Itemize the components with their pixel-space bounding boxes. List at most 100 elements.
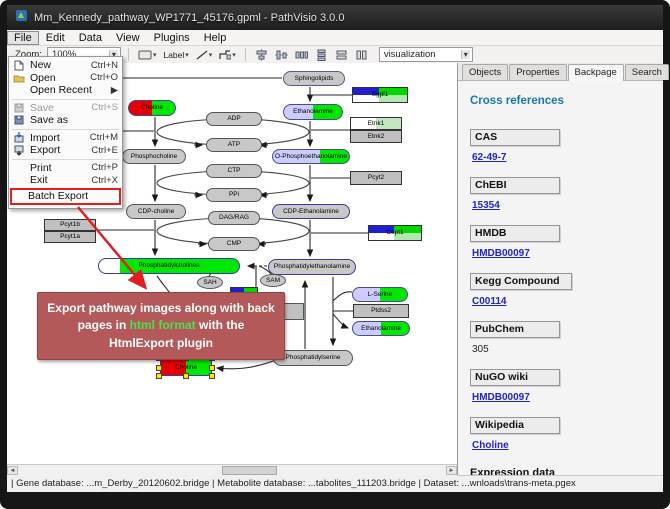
menu-separator <box>12 99 119 100</box>
file-menu-item-batch-export[interactable]: Batch Export <box>10 188 121 205</box>
new-icon <box>12 60 26 71</box>
file-menu-shortcut: Ctrl+P <box>91 162 118 173</box>
pathway-node-cdp-ethanolamine[interactable]: CDP-Ethanolamine <box>272 204 350 219</box>
pathway-node-l-serine[interactable]: L-Serine <box>352 287 408 302</box>
chevron-down-icon[interactable]: ▾ <box>461 50 470 59</box>
menu-edit[interactable]: Edit <box>39 31 72 45</box>
connector-tool-button[interactable]: ▾ <box>217 47 238 62</box>
file-menu-item-save-as[interactable]: Save as <box>9 114 122 127</box>
selection-handle[interactable] <box>209 373 215 379</box>
app-icon <box>15 9 28 27</box>
file-menu-item-print[interactable]: PrintCtrl+P <box>9 162 122 175</box>
file-menu-item-import[interactable]: ImportCtrl+M <box>9 132 122 145</box>
pathway-node-cmp[interactable]: CMP <box>208 237 260 251</box>
menu-item-spacer <box>12 162 26 173</box>
pathway-node-ptdss2[interactable]: Ptdss2 <box>353 304 409 318</box>
datanode-tool-button[interactable]: ▾ <box>136 47 159 62</box>
distribute-horizontal-button[interactable] <box>293 47 310 62</box>
pathway-node-phosphatidylcholines[interactable]: Phosphatidylcholines <box>98 258 240 274</box>
scrollbar-thumb[interactable] <box>222 466 277 475</box>
tab-backpage[interactable]: Backpage <box>568 64 624 81</box>
file-menu-item-label: Import <box>30 132 84 144</box>
pathway-node-sgpl1[interactable]: Sgpl1 <box>352 87 408 103</box>
xref-link[interactable]: C00114 <box>472 296 506 307</box>
annotation-callout: Export pathway images along with back pa… <box>37 292 285 360</box>
tab-objects[interactable]: Objects <box>462 64 508 80</box>
pathway-node-hidden-gene-fragment[interactable] <box>284 303 304 320</box>
selection-handle[interactable] <box>156 365 162 371</box>
pathway-node-pcyt2[interactable]: Pcyt2 <box>350 171 402 185</box>
align-center-vertical-button[interactable] <box>273 47 290 62</box>
menu-data[interactable]: Data <box>72 31 109 45</box>
pathway-node-sphingolipids[interactable]: Sphingolipids <box>283 71 345 86</box>
file-menu-item-export[interactable]: ExportCtrl+E <box>9 144 122 157</box>
selection-handle[interactable] <box>156 373 162 379</box>
open-icon <box>12 72 26 83</box>
pathway-node-sam[interactable]: SAM <box>260 274 286 287</box>
pathway-node-dag[interactable]: DAG/RAG <box>208 211 260 225</box>
menu-plugins[interactable]: Plugins <box>147 31 197 45</box>
file-menu-item-exit[interactable]: ExitCtrl+X <box>9 174 122 187</box>
common-height-button[interactable] <box>353 47 370 62</box>
menu-help[interactable]: Help <box>197 31 234 45</box>
pathway-node-phosphatidylethanolamine[interactable]: Phosphatidylethanolamine <box>268 259 356 275</box>
line-tool-button[interactable]: ▾ <box>194 47 215 62</box>
pathway-node-etnk2[interactable]: Etnk2 <box>350 130 402 143</box>
distribute-vertical-button[interactable] <box>313 47 330 62</box>
status-bar: | Gene database: ...m_Derby_20120602.bri… <box>7 475 663 492</box>
pathway-node-adp[interactable]: ADP <box>206 112 262 126</box>
pathway-node-sah[interactable]: SAH <box>197 276 223 289</box>
menu-file[interactable]: File <box>7 31 39 45</box>
pathway-node-etnk1[interactable]: Etnk1 <box>350 117 402 130</box>
backpage-panel: Cross references CAS62-49-7ChEBI15354HMD… <box>458 81 663 476</box>
pathway-node-cept1[interactable]: Cept1 <box>368 225 422 241</box>
export-icon <box>12 145 26 156</box>
pathway-node-ppi[interactable]: PPi <box>206 188 262 202</box>
status-text: | Gene database: ...m_Derby_20120602.bri… <box>11 478 576 489</box>
label-tool-button[interactable]: Label▾ <box>161 47 190 62</box>
canvas-h-scrollbar[interactable]: ◄ ► <box>7 464 457 476</box>
xref-link[interactable]: 62-49-7 <box>472 152 506 163</box>
pathway-node-ethanolamine-bottom[interactable]: Ethanolamine <box>352 321 410 336</box>
file-menu-item-open[interactable]: OpenCtrl+O <box>9 72 122 85</box>
file-menu-item-new[interactable]: NewCtrl+N <box>9 59 122 72</box>
visualization-combo[interactable]: visualization▾ <box>379 47 473 62</box>
align-center-horizontal-button[interactable] <box>253 47 270 62</box>
chevron-down-icon: ▾ <box>185 51 189 59</box>
pathway-node-choline-top[interactable]: Choline <box>128 100 176 116</box>
pathway-node-ctp[interactable]: CTP <box>206 164 262 178</box>
selection-handle[interactable] <box>209 365 215 371</box>
menu-separator <box>12 129 119 130</box>
pathway-node-phosphatidylserine[interactable]: Phosphatidylserine <box>273 350 353 366</box>
menu-view[interactable]: View <box>109 31 147 45</box>
node-label: Pcyt1b <box>45 220 95 230</box>
xref-link[interactable]: HMDB00097 <box>472 392 530 403</box>
xref-section-nugo-wiki: NuGO wiki <box>470 369 560 386</box>
pathvisio-window: Mm_Kennedy_pathway_WP1771_45176.gpml - P… <box>0 0 670 509</box>
title-bar[interactable]: Mm_Kennedy_pathway_WP1771_45176.gpml - P… <box>7 5 663 30</box>
menu-separator <box>12 159 119 160</box>
file-menu-item-open-recent[interactable]: Open Recent▶ <box>9 84 122 97</box>
common-width-button[interactable] <box>333 47 350 62</box>
pathway-node-pcyt1a[interactable]: Pcyt1a <box>44 231 96 243</box>
tab-search[interactable]: Search <box>625 64 669 80</box>
file-menu-shortcut: Ctrl+X <box>91 175 118 186</box>
pathway-node-pcyt1b[interactable]: Pcyt1b <box>44 219 96 231</box>
xref-link[interactable]: HMDB00097 <box>472 248 530 259</box>
pathway-node-o-phosphoethanolamine[interactable]: O-Phosphoethanolamine <box>272 149 350 164</box>
saveas-icon <box>12 115 26 126</box>
xref-link[interactable]: 15354 <box>472 200 500 211</box>
xref-link[interactable]: Choline <box>472 440 509 451</box>
pathway-node-cdp-choline[interactable]: CDP-choline <box>126 204 186 219</box>
scroll-right-icon[interactable]: ► <box>446 466 457 475</box>
pathway-node-phosphocholine[interactable]: Phosphocholine <box>122 149 186 164</box>
file-menu-item-label: Save <box>30 102 85 114</box>
tab-properties[interactable]: Properties <box>509 64 566 80</box>
selection-handle[interactable] <box>183 373 189 379</box>
node-label: CMP <box>209 238 259 250</box>
node-label: O-Phosphoethanolamine <box>273 150 349 163</box>
scroll-left-icon[interactable]: ◄ <box>7 466 18 475</box>
pathway-node-atp[interactable]: ATP <box>206 138 262 152</box>
node-label: Pcyt1a <box>45 232 95 242</box>
pathway-node-ethanolamine-top[interactable]: Ethanolamine <box>283 104 343 120</box>
